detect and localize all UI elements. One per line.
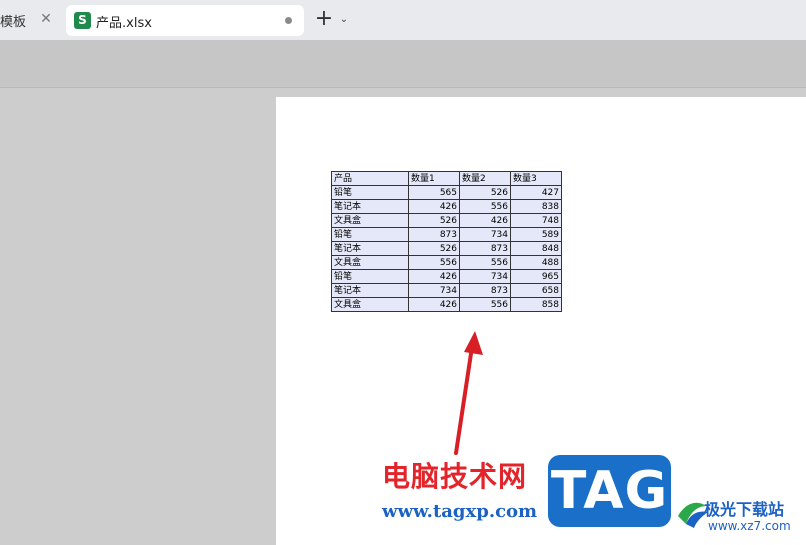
table-cell[interactable]: 734	[408, 283, 460, 298]
table-cell[interactable]: 笔记本	[331, 283, 409, 298]
table-cell[interactable]: 556	[459, 199, 511, 214]
table-cell[interactable]: 658	[510, 283, 562, 298]
table-cell[interactable]: 873	[459, 283, 511, 298]
preview-page	[276, 97, 806, 545]
table-cell[interactable]: 文具盒	[331, 297, 409, 312]
table-cell[interactable]: 铅笔	[331, 185, 409, 200]
table-cell[interactable]: 笔记本	[331, 241, 409, 256]
table-cell[interactable]: 556	[459, 255, 511, 270]
data-table: 产品 数量1 数量2 数量3 铅笔 565 526 427 笔记本 426 556 838 文具盒 526…	[331, 171, 562, 312]
chevron-down-icon[interactable]: ⌄	[338, 14, 350, 26]
table-row: 笔记本 526 873 848	[331, 241, 562, 256]
table-cell[interactable]: 426	[408, 269, 460, 284]
table-cell[interactable]: 734	[459, 227, 511, 242]
table-cell[interactable]: 848	[510, 241, 562, 256]
table-row: 文具盒 556 556 488	[331, 255, 562, 270]
table-cell[interactable]: 556	[459, 297, 511, 312]
spreadsheet-icon: S	[74, 12, 91, 29]
table-cell[interactable]: 565	[408, 185, 460, 200]
table-cell[interactable]: 838	[510, 199, 562, 214]
table-row: 笔记本 734 873 658	[331, 283, 562, 298]
table-cell[interactable]: 526	[408, 213, 460, 228]
tab-label: 模板	[0, 14, 27, 30]
table-row: 笔记本 426 556 838	[331, 199, 562, 214]
partner-name: 极光下载站	[704, 500, 785, 519]
watermark-url: www.tagxp.com	[382, 501, 538, 522]
table-cell[interactable]: 笔记本	[331, 199, 409, 214]
table-cell[interactable]: 526	[408, 241, 460, 256]
table-header-cell[interactable]: 产品	[331, 171, 409, 186]
table-cell[interactable]: 426	[459, 213, 511, 228]
table-cell[interactable]: 526	[459, 185, 511, 200]
tab-label: 产品.xlsx	[96, 16, 152, 31]
table-row: 铅笔 873 734 589	[331, 227, 562, 242]
table-cell[interactable]: 734	[459, 269, 511, 284]
tab-template[interactable]: 模板 ✕	[0, 6, 62, 34]
table-cell[interactable]: 873	[408, 227, 460, 242]
partner-url: www.xz7.com	[708, 519, 791, 533]
toolbar	[0, 40, 806, 88]
tab-bar: 模板 ✕ S 产品.xlsx + ⌄	[0, 0, 806, 40]
table-cell[interactable]: 488	[510, 255, 562, 270]
table-header-row: 产品 数量1 数量2 数量3	[331, 171, 562, 186]
table-header-cell[interactable]: 数量1	[408, 171, 460, 186]
table-row: 铅笔 565 526 427	[331, 185, 562, 200]
table-cell[interactable]: 748	[510, 213, 562, 228]
table-cell[interactable]: 426	[408, 199, 460, 214]
table-cell[interactable]: 文具盒	[331, 213, 409, 228]
table-cell[interactable]: 426	[408, 297, 460, 312]
table-cell[interactable]: 文具盒	[331, 255, 409, 270]
table-header-cell[interactable]: 数量3	[510, 171, 562, 186]
tag-logo: TAG	[548, 455, 671, 527]
table-cell[interactable]: 铅笔	[331, 269, 409, 284]
close-icon[interactable]: ✕	[39, 12, 53, 26]
table-cell[interactable]: 铅笔	[331, 227, 409, 242]
red-arrow-icon	[454, 331, 483, 455]
table-cell[interactable]: 427	[510, 185, 562, 200]
unsaved-dot-icon[interactable]	[285, 17, 292, 24]
table-cell[interactable]: 589	[510, 227, 562, 242]
table-cell[interactable]: 873	[459, 241, 511, 256]
watermark-title: 电脑技术网	[382, 460, 528, 493]
table-cell[interactable]: 858	[510, 297, 562, 312]
table-header-cell[interactable]: 数量2	[459, 171, 511, 186]
table-cell[interactable]: 556	[408, 255, 460, 270]
table-row: 铅笔 426 734 965	[331, 269, 562, 284]
table-row: 文具盒 526 426 748	[331, 213, 562, 228]
table-row: 文具盒 426 556 858	[331, 297, 562, 312]
tab-product-xlsx[interactable]: S 产品.xlsx	[66, 5, 304, 36]
new-tab-button[interactable]: +	[314, 8, 334, 31]
table-cell[interactable]: 965	[510, 269, 562, 284]
